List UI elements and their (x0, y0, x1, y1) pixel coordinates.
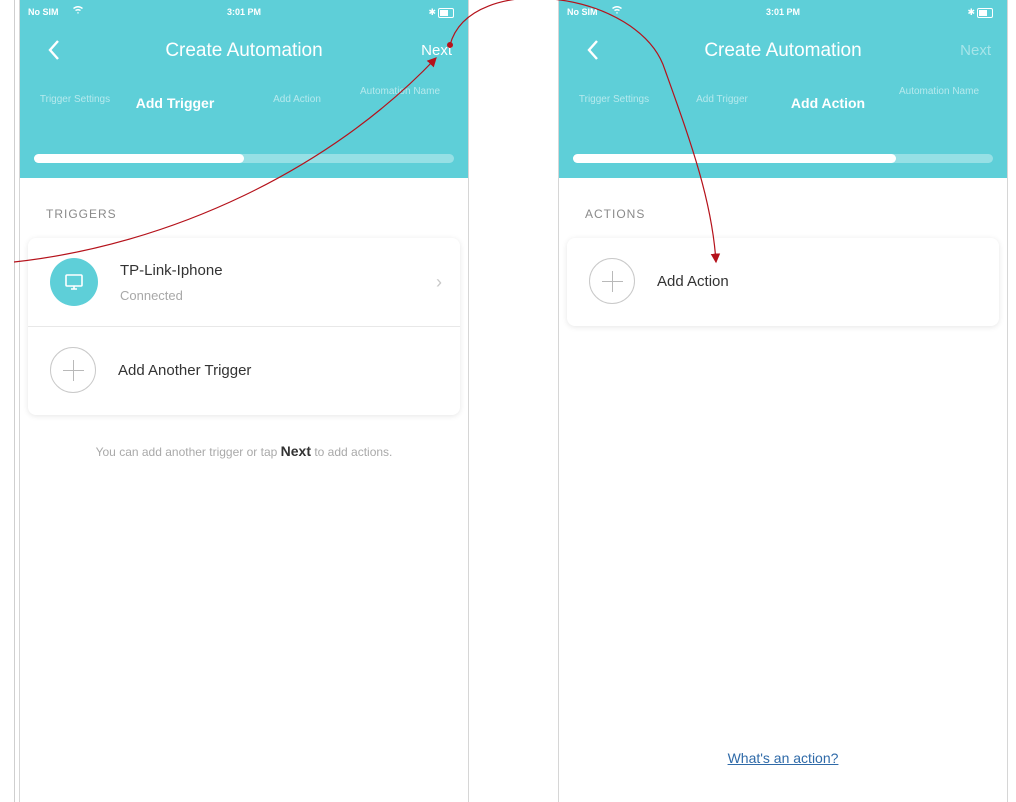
step-add-trigger: Add Trigger (696, 94, 748, 105)
step-automation-name: Automation Name (359, 86, 441, 97)
progress-bar (34, 154, 454, 163)
add-another-trigger-label: Add Another Trigger (118, 362, 252, 379)
hint-suffix: to add actions. (311, 445, 393, 459)
add-action-label: Add Action (657, 273, 729, 290)
status-bar: No SIM 3:01 PM ✱ (20, 0, 468, 24)
progress-fill (573, 154, 897, 163)
next-hint-text: You can add another trigger or tap Next … (60, 440, 428, 463)
app-header: No SIM 3:01 PM ✱ Create Automation Next … (20, 0, 468, 178)
step-indicator: Trigger Settings Add Trigger Add Action … (559, 86, 1007, 126)
phone-device-icon (50, 258, 98, 306)
actions-section-label: ACTIONS (585, 207, 646, 221)
progress-fill (34, 154, 244, 163)
hint-next-emphasis: Next (280, 443, 311, 459)
trigger-row[interactable]: TP-Link-Iphone Connected › (28, 238, 460, 326)
hint-prefix: You can add another trigger or tap (95, 445, 281, 459)
chevron-right-icon: › (436, 272, 442, 292)
page-title: Create Automation (704, 40, 862, 61)
battery-icon: ✱ (967, 7, 993, 18)
step-add-action: Add Action (790, 95, 866, 111)
add-trigger-screen: No SIM 3:01 PM ✱ Create Automation Next … (19, 0, 469, 802)
app-header: No SIM 3:01 PM ✱ Create Automation Next … (559, 0, 1007, 178)
add-action-screen: No SIM 3:01 PM ✱ Create Automation Next … (558, 0, 1008, 802)
triggers-section-label: TRIGGERS (46, 207, 117, 221)
previous-screen-edge (0, 0, 15, 802)
bluetooth-icon: ✱ (967, 7, 975, 17)
trigger-device-status: Connected (120, 288, 183, 303)
page-title: Create Automation (165, 40, 323, 61)
plus-icon (50, 347, 96, 393)
step-automation-name: Automation Name (898, 86, 980, 97)
next-button[interactable]: Next (421, 42, 452, 59)
step-add-action: Add Action (273, 94, 321, 105)
clock-label: 3:01 PM (765, 7, 800, 17)
plus-icon (589, 258, 635, 304)
battery-icon: ✱ (428, 7, 454, 18)
step-add-trigger: Add Trigger (135, 95, 215, 111)
next-button[interactable]: Next (960, 42, 991, 59)
step-indicator: Trigger Settings Add Trigger Add Action … (20, 86, 468, 126)
whats-an-action-link[interactable]: What's an action? (559, 750, 1007, 766)
progress-bar (573, 154, 993, 163)
actions-card: Add Action (567, 238, 999, 326)
triggers-card: TP-Link-Iphone Connected › Add Another T… (28, 238, 460, 415)
add-another-trigger-button[interactable]: Add Another Trigger (28, 326, 460, 415)
status-bar: No SIM 3:01 PM ✱ (559, 0, 1007, 24)
clock-label: 3:01 PM (226, 7, 261, 17)
add-action-button[interactable]: Add Action (567, 238, 999, 326)
bluetooth-icon: ✱ (428, 7, 436, 17)
step-trigger-settings: Trigger Settings (578, 94, 650, 105)
step-trigger-settings: Trigger Settings (39, 94, 111, 105)
trigger-device-name: TP-Link-Iphone (120, 262, 223, 279)
